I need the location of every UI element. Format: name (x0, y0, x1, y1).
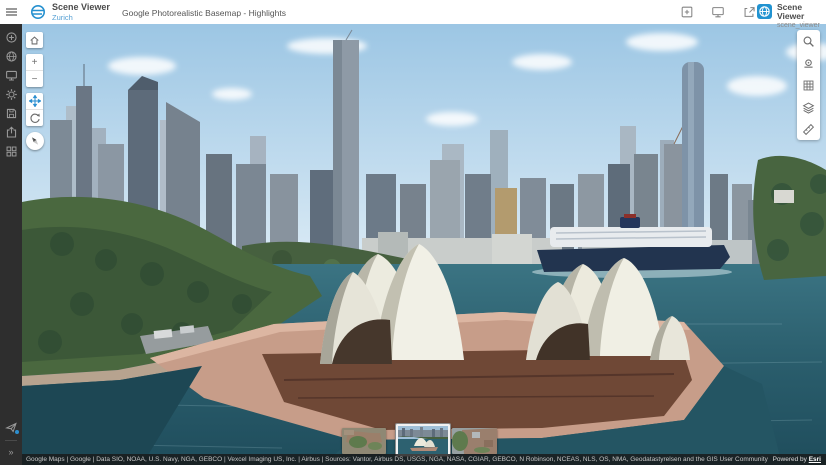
scene-viewer-app: Scene Viewer Zurich Google Photorealisti… (0, 0, 826, 465)
slide-thumbnail-1[interactable] (342, 428, 386, 454)
expand-toolbar-button[interactable]: » (8, 445, 13, 461)
scene-canvas[interactable] (22, 24, 826, 465)
powered-by: Powered by Esri (773, 456, 826, 463)
scene-viewer-app-icon[interactable] (757, 4, 772, 19)
powered-by-label: Powered by (773, 456, 807, 463)
designer-toolbar: » (0, 24, 22, 465)
esri-link[interactable]: Esri (809, 456, 821, 463)
rail-divider (5, 440, 17, 441)
menu-icon[interactable] (6, 8, 17, 16)
measure-icon[interactable] (797, 118, 820, 140)
notification-dot (15, 430, 19, 434)
display-icon[interactable] (0, 66, 22, 85)
viewer-tools-panel (797, 30, 820, 140)
basemap-icon[interactable] (0, 47, 22, 66)
share-scene-icon[interactable] (0, 123, 22, 142)
daylight-icon[interactable] (797, 52, 820, 74)
share-icon[interactable] (742, 5, 756, 19)
add-item-icon[interactable] (680, 5, 694, 19)
header-bar: Scene Viewer Zurich Google Photorealisti… (0, 0, 826, 24)
project-title-block: Scene Viewer scene_viewer (777, 3, 826, 29)
apps-grid-icon[interactable] (0, 142, 22, 161)
slide-thumbnail-2-selected[interactable] (396, 424, 450, 456)
attribution-text: Google Maps | Google | Data SIO, NOAA, U… (22, 456, 773, 463)
slide-thumbnail-3[interactable] (452, 428, 497, 454)
rotate-tool-button[interactable] (26, 110, 43, 126)
search-icon[interactable] (797, 30, 820, 52)
navigation-controls: + − (26, 32, 44, 150)
zoom-out-button[interactable]: − (26, 71, 43, 87)
headland-right (753, 156, 826, 280)
app-title: Scene Viewer (52, 3, 110, 12)
project-title: Scene Viewer (777, 3, 826, 20)
present-display-icon[interactable] (711, 5, 725, 19)
add-layers-icon[interactable] (0, 28, 22, 47)
save-icon[interactable] (0, 104, 22, 123)
scene-name-link[interactable]: Zurich (52, 14, 110, 22)
layers-icon[interactable] (797, 96, 820, 118)
pan-tool-button[interactable] (26, 93, 43, 109)
basemap-grid-icon[interactable] (797, 74, 820, 96)
esri-logo-icon (30, 4, 46, 20)
attribution-bar: Google Maps | Google | Data SIO, NOAA, U… (22, 454, 826, 465)
settings-gear-icon[interactable] (0, 85, 22, 104)
scene-document-title: Google Photorealistic Basemap - Highligh… (122, 8, 286, 18)
feedback-icon[interactable] (0, 418, 22, 436)
compass-button[interactable] (26, 132, 44, 150)
app-title-block: Scene Viewer Zurich (52, 3, 110, 22)
home-button[interactable] (26, 32, 43, 48)
project-subtitle: scene_viewer (777, 22, 826, 29)
zoom-in-button[interactable]: + (26, 54, 43, 70)
